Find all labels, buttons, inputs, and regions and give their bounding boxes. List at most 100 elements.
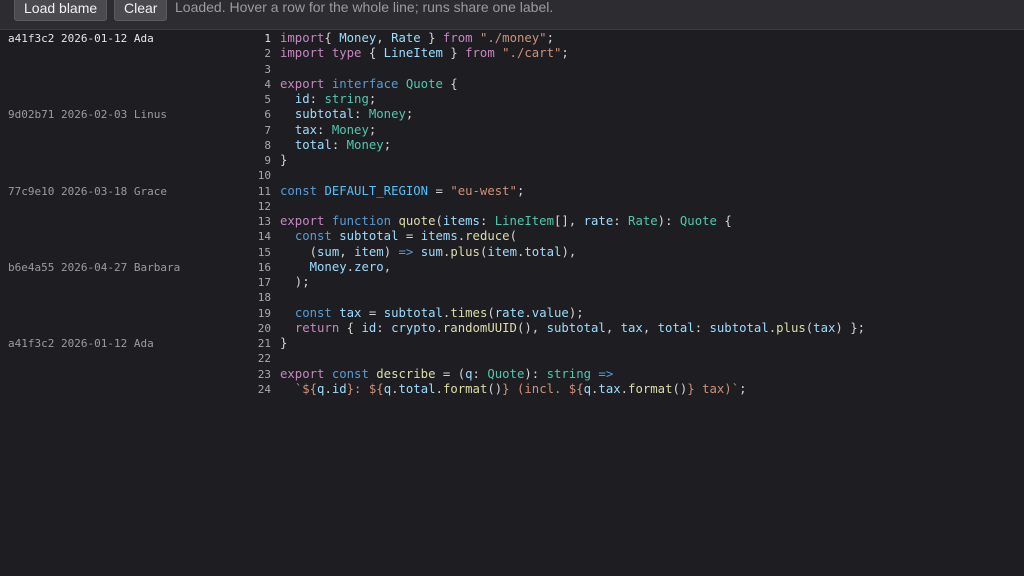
code-token: total	[657, 320, 695, 335]
code-line: import{ Money, Rate } from "./money";	[280, 31, 554, 46]
code-token: export	[280, 366, 325, 381]
code-line: import type { LineItem } from "./cart";	[280, 46, 569, 61]
status-text: Loaded. Hover a row for the whole line; …	[175, 0, 554, 15]
code-token: sum	[317, 244, 340, 259]
blame-label: a41f3c2 2026-01-12 Ada	[8, 32, 154, 45]
line-number: 16	[257, 260, 271, 274]
code-token: from	[442, 31, 473, 45]
code-token: "./money"	[479, 31, 547, 45]
blame-row[interactable]: 2 import type { LineItem } from "./cart";	[0, 46, 1024, 61]
line-number: 6	[264, 108, 271, 122]
code-token: Money	[309, 259, 347, 274]
code-token: Money	[331, 122, 369, 137]
blame-row[interactable]: 17 );	[0, 275, 1024, 290]
code-token: .	[391, 381, 399, 396]
code-token: ,	[376, 31, 392, 45]
blame-row[interactable]: 22	[0, 351, 1024, 366]
blame-row[interactable]: 5 id: string;	[0, 92, 1024, 107]
blame-row[interactable]: a41f3c2 2026-01-12 Ada 21}	[0, 336, 1024, 351]
code-token: .	[524, 305, 532, 320]
code-token: export	[280, 214, 325, 228]
code-token: plus	[450, 244, 480, 259]
code-token: {	[716, 214, 732, 228]
blame-row[interactable]: a41f3c2 2026-01-12 Ada 1 import{ Money, Ra…	[0, 31, 1024, 46]
code-token: export	[280, 76, 325, 91]
code-token: Rate	[391, 31, 421, 45]
code-token: ;	[405, 107, 414, 122]
code-token: tax	[294, 122, 318, 137]
blame-row[interactable]: 77c9e10 2026-03-18 Grace 11 const DEFAULT_…	[0, 184, 1024, 199]
load-blame-button[interactable]: Load blame	[14, 0, 108, 21]
code-token: tax	[813, 320, 836, 335]
code-token: :	[613, 214, 629, 228]
blame-label: 9d02b71 2026-02-03 Linus	[8, 108, 167, 122]
code-token: ):	[657, 214, 680, 228]
line-number: 22	[257, 352, 271, 366]
code-token: const	[294, 305, 332, 320]
code-token: =	[428, 183, 451, 198]
code-token: tax	[339, 305, 362, 320]
blame-row[interactable]: 9}	[0, 153, 1024, 168]
line-number: 1	[264, 32, 271, 45]
blame-row[interactable]: 7 tax: Money;	[0, 123, 1024, 138]
code-token: (	[280, 244, 318, 259]
blame-row[interactable]: b6e4a55 2026-04-27 Barbara 16 Money.zero,	[0, 260, 1024, 275]
code-token: (	[435, 214, 443, 228]
blame-row[interactable]: 18	[0, 290, 1024, 305]
code-token: subtotal	[294, 107, 355, 122]
code-token: total	[524, 244, 562, 259]
line-number: 2	[264, 47, 271, 61]
line-number: 21	[257, 337, 271, 350]
blame-row[interactable]: 10	[0, 168, 1024, 183]
code-line: const subtotal = items.reduce(	[280, 229, 517, 244]
line-number: 23	[257, 367, 271, 381]
toolbar: Load blame Clear Loaded. Hover a row for…	[0, 0, 1024, 30]
code-line: return { id: crypto.randomUUID(), subtot…	[280, 321, 865, 336]
code-token: value	[531, 305, 569, 320]
blame-row[interactable]: 23 export const describe = (q: Quote): st…	[0, 367, 1024, 382]
code-token: Rate	[628, 214, 658, 228]
blame-row[interactable]: 13 export function quote(items: LineItem[…	[0, 214, 1024, 229]
blame-row[interactable]: 20 return { id: crypto.randomUUID(), sub…	[0, 321, 1024, 336]
blame-row[interactable]: 15 (sum, item) => sum.plus(item.total),	[0, 245, 1024, 260]
code-token: LineItem	[494, 214, 554, 228]
blame-row[interactable]: 24 `${q.id}: ${q.total.format()} (incl. …	[0, 382, 1024, 397]
code-line: (sum, item) => sum.plus(item.total),	[280, 244, 577, 260]
code-token: interface	[331, 76, 399, 91]
blame-row[interactable]: 9d02b71 2026-02-03 Linus 6 subtotal: Mone…	[0, 107, 1024, 122]
blame-row[interactable]: 12	[0, 199, 1024, 214]
code-token: tax	[620, 320, 643, 335]
blame-row[interactable]: 8 total: Money;	[0, 138, 1024, 153]
code-token: ()	[672, 381, 688, 396]
blame-row[interactable]: 19 const tax = subtotal.times(rate.value…	[0, 306, 1024, 321]
code-token: subtotal	[383, 305, 443, 320]
code-token: )	[383, 244, 399, 259]
code-token: :	[309, 92, 325, 106]
code-token: =	[361, 305, 384, 320]
line-number: 11	[257, 184, 271, 198]
line-number: 14	[257, 230, 271, 244]
line-number: 18	[257, 291, 271, 305]
line-number: 5	[264, 93, 271, 106]
code-token: plus	[776, 320, 806, 335]
clear-button[interactable]: Clear	[114, 0, 168, 21]
code-token: id	[361, 320, 377, 335]
code-token: format	[442, 381, 488, 396]
blame-row[interactable]: 14 const subtotal = items.reduce(	[0, 229, 1024, 244]
code-line: export interface Quote {	[280, 77, 458, 92]
code-token: id	[331, 381, 347, 396]
code-token: ;	[516, 183, 525, 198]
blame-row[interactable]: 4 export interface Quote {	[0, 77, 1024, 92]
blame-row[interactable]: 3	[0, 62, 1024, 77]
code-token: {	[361, 46, 384, 61]
code-token: }	[420, 31, 443, 45]
code-token: ) };	[835, 320, 866, 335]
line-number: 7	[264, 123, 271, 137]
code-token: "eu-west"	[450, 183, 517, 198]
